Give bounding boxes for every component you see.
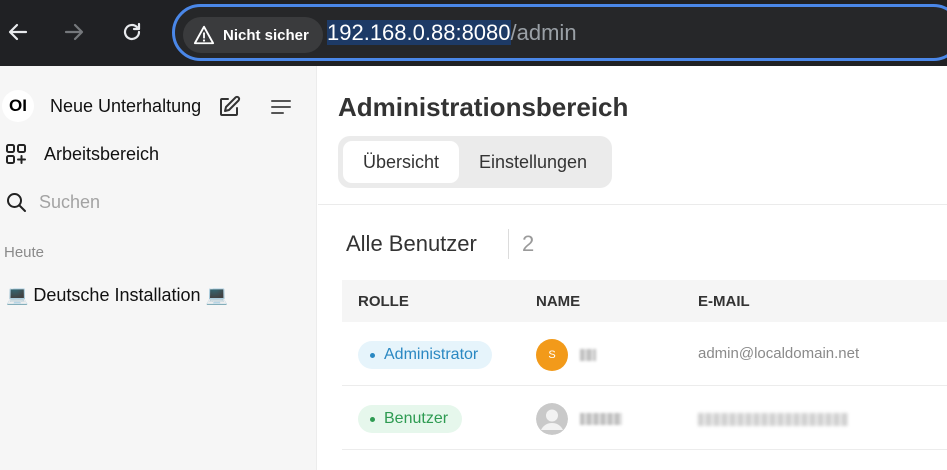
status-dot: [370, 416, 375, 422]
status-dot: [370, 352, 375, 358]
user-placeholder-icon: [536, 403, 568, 435]
column-header-email[interactable]: E-MAIL: [698, 293, 750, 310]
divider: [508, 229, 509, 259]
url-host: 192.168.0.88:8080: [327, 20, 511, 45]
browser-toolbar: Nicht sicher 192.168.0.88:8080/admin: [0, 0, 947, 66]
role-label: Administrator: [384, 346, 479, 363]
divider: [318, 204, 947, 205]
redacted-name: [580, 413, 622, 425]
forward-button[interactable]: [56, 14, 92, 50]
user-email: admin@localdomain.net: [698, 345, 860, 362]
new-chat-label[interactable]: Neue Unterhaltung: [50, 96, 201, 117]
new-chat-button[interactable]: [216, 94, 242, 120]
edit-icon: [220, 95, 241, 116]
arrow-right-icon: [64, 23, 84, 41]
tab-bar: Übersicht Einstellungen: [338, 136, 612, 188]
reload-button[interactable]: [114, 14, 150, 50]
security-indicator[interactable]: Nicht sicher: [183, 17, 323, 53]
workspace-link[interactable]: Arbeitsbereich: [44, 144, 159, 165]
menu-button[interactable]: [268, 94, 294, 120]
redacted-name: [580, 349, 596, 361]
users-title: Alle Benutzer: [346, 231, 477, 256]
arrow-left-icon: [8, 23, 28, 41]
workspace-icon: [4, 142, 28, 166]
tab-settings[interactable]: Einstellungen: [462, 141, 604, 183]
search-input[interactable]: Suchen: [39, 192, 100, 213]
chat-history-item[interactable]: 💻 Deutsche Installation 💻: [6, 285, 228, 306]
role-badge-user[interactable]: Benutzer: [358, 405, 463, 433]
url-path: /admin: [510, 20, 577, 45]
security-label: Nicht sicher: [223, 26, 309, 44]
address-bar[interactable]: Nicht sicher 192.168.0.88:8080/admin: [172, 4, 947, 61]
section-heading-today: Heute: [4, 244, 45, 261]
column-header-name[interactable]: NAME: [536, 293, 580, 310]
role-label: Benutzer: [384, 410, 449, 427]
url-text[interactable]: 192.168.0.88:8080/admin: [327, 20, 577, 46]
page-title: Administrationsbereich: [338, 92, 629, 122]
table-header: ROLLE NAME E-MAIL: [342, 280, 947, 322]
table-row: Administrator S admin@localdomain.net: [342, 322, 947, 386]
reload-icon: [123, 22, 141, 41]
back-button[interactable]: [0, 14, 36, 50]
main-content: Administrationsbereich Übersicht Einstel…: [318, 66, 947, 470]
column-header-role[interactable]: ROLLE: [358, 293, 409, 310]
search-icon: [4, 190, 28, 214]
redacted-email: [698, 413, 848, 426]
warning-icon: [193, 25, 215, 45]
sidebar: OI Neue Unterhaltung Arbeitsbereich Such…: [0, 66, 317, 470]
table-row: Benutzer: [342, 386, 947, 450]
avatar: S: [536, 339, 568, 371]
menu-icon: [271, 100, 291, 114]
users-count: 2: [522, 231, 535, 256]
role-badge-admin[interactable]: Administrator: [358, 341, 493, 369]
avatar: [536, 403, 568, 435]
app-logo[interactable]: OI: [2, 90, 34, 122]
tab-overview[interactable]: Übersicht: [343, 141, 459, 183]
